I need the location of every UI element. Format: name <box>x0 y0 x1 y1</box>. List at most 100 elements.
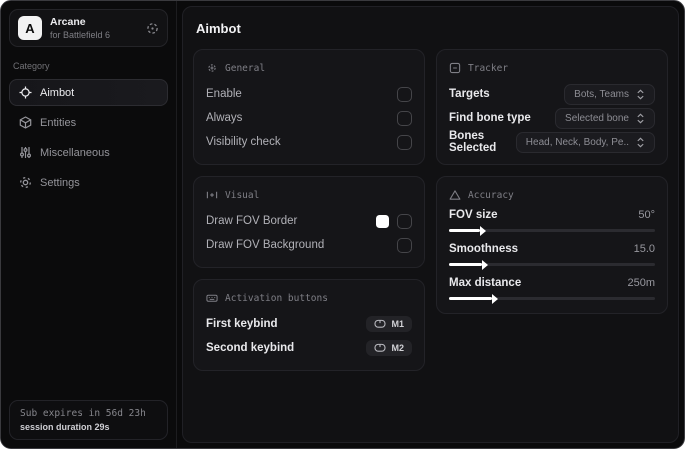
fov-size-top: FOV size 50° <box>449 209 655 221</box>
fov-size-slider[interactable] <box>449 225 655 236</box>
refresh-icon[interactable] <box>146 22 159 35</box>
find-bone-type-row: Find bone type Selected bone <box>449 106 655 130</box>
sidebar-item-aimbot[interactable]: Aimbot <box>9 79 168 106</box>
mouse-icon <box>374 319 387 329</box>
mouse-icon <box>374 343 387 353</box>
app-title-block: Arcane for Battlefield 6 <box>50 16 110 40</box>
sidebar-item-label: Entities <box>40 116 77 129</box>
second-keybind-button[interactable]: M2 <box>366 340 412 356</box>
draw-fov-border-label: Draw FOV Border <box>206 215 298 227</box>
general-header: General <box>206 62 412 74</box>
accuracy-header: Accuracy <box>449 189 655 201</box>
first-keybind-row: First keybind M1 <box>206 312 412 336</box>
visual-title: Visual <box>225 189 260 201</box>
fov-size-slider-fill[interactable] <box>449 225 486 236</box>
sidebar-item-settings[interactable]: Settings <box>9 169 168 196</box>
app-window: A Arcane for Battlefield 6 Category Aimb… <box>0 0 685 449</box>
general-title: General <box>225 62 266 74</box>
always-row: Always <box>206 106 412 130</box>
subscription-card: Sub expires in 56d 23h session duration … <box>9 400 168 440</box>
activation-card: Activation buttons First keybind M1 Seco… <box>193 279 425 371</box>
second-keybind-row: Second keybind M2 <box>206 336 412 360</box>
enable-row: Enable <box>206 82 412 106</box>
sidebar-item-label: Aimbot <box>40 86 75 99</box>
smoothness-slider[interactable] <box>449 259 655 270</box>
gear-icon <box>19 176 32 189</box>
targets-select[interactable]: Bots, Teams <box>564 83 655 105</box>
enable-label: Enable <box>206 88 242 100</box>
always-label: Always <box>206 112 243 124</box>
accuracy-card: Accuracy FOV size 50° Smoothness 15.0 Ma… <box>436 176 668 314</box>
targets-value: Bots, Teams <box>574 88 629 100</box>
bones-selected-select[interactable]: Head, Neck, Body, Pe.. <box>515 131 655 153</box>
fov-size-value: 50° <box>638 209 655 221</box>
visual-card: Visual Draw FOV Border Draw FOV Backgrou… <box>193 176 425 268</box>
unfold-icon <box>636 113 645 124</box>
scan-box-icon <box>449 62 461 74</box>
cube-icon <box>19 116 32 129</box>
targets-row: Targets Bots, Teams <box>449 82 655 106</box>
always-checkbox[interactable] <box>397 110 412 126</box>
max-distance-slider-fill[interactable] <box>449 293 499 304</box>
max-distance-slider[interactable] <box>449 293 655 304</box>
find-bone-type-select[interactable]: Selected bone <box>555 107 655 129</box>
visual-header: Visual <box>206 189 412 201</box>
draw-fov-border-checkbox[interactable] <box>397 213 412 229</box>
subscription-expiry: Sub expires in 56d 23h <box>20 408 146 419</box>
category-label: Category <box>13 61 50 71</box>
first-keybind-label: First keybind <box>206 318 278 330</box>
app-name: Arcane <box>50 16 86 28</box>
accuracy-title: Accuracy <box>468 189 514 201</box>
draw-fov-border-row: Draw FOV Border <box>206 209 412 233</box>
max-distance-top: Max distance 250m <box>449 277 655 289</box>
max-distance-label: Max distance <box>449 277 522 289</box>
sidebar-nav: Aimbot Entities Miscellaneous Settings <box>9 79 168 196</box>
smoothness-value: 15.0 <box>633 243 655 255</box>
targets-label: Targets <box>449 88 490 100</box>
right-column: Tracker Targets Bots, Teams Find bone ty… <box>436 49 668 314</box>
sidebar-item-label: Settings <box>40 176 80 189</box>
enable-checkbox[interactable] <box>397 86 412 102</box>
smoothness-row: Smoothness 15.0 <box>449 243 655 270</box>
sidebar: A Arcane for Battlefield 6 Category Aimb… <box>1 1 177 448</box>
second-keybind-label: Second keybind <box>206 342 295 354</box>
find-bone-type-label: Find bone type <box>449 112 531 124</box>
max-distance-row: Max distance 250m <box>449 277 655 304</box>
unfold-icon <box>636 137 645 148</box>
smoothness-slider-fill[interactable] <box>449 259 488 270</box>
activation-title: Activation buttons <box>225 292 328 304</box>
bones-selected-label: Bones Selected <box>449 130 497 154</box>
max-distance-value: 250m <box>627 277 655 289</box>
visibility-check-checkbox[interactable] <box>397 134 412 150</box>
mixer-icon <box>19 146 32 159</box>
draw-fov-background-row: Draw FOV Background <box>206 233 412 257</box>
tracker-header: Tracker <box>449 62 655 74</box>
find-bone-type-value: Selected bone <box>565 112 629 124</box>
keyboard-icon <box>206 292 218 304</box>
logo-card: A Arcane for Battlefield 6 <box>9 9 168 47</box>
general-card: General Enable Always Visibility check <box>193 49 425 165</box>
main-area: Aimbot General Enable Always Visibility … <box>177 1 684 448</box>
first-keybind-value: M1 <box>391 319 404 329</box>
cards-grid: General Enable Always Visibility check V… <box>193 49 668 371</box>
content-panel: Aimbot General Enable Always Visibility … <box>182 6 679 443</box>
draw-fov-background-label: Draw FOV Background <box>206 239 325 251</box>
draw-fov-border-controls <box>376 213 412 229</box>
visibility-check-label: Visibility check <box>206 136 281 148</box>
app-logo: A <box>18 16 42 40</box>
scan-crosshair-icon <box>206 62 218 74</box>
fov-border-color-swatch[interactable] <box>376 214 389 228</box>
bones-selected-row: Bones Selected Head, Neck, Body, Pe.. <box>449 130 655 154</box>
draw-fov-background-checkbox[interactable] <box>397 237 412 253</box>
page-title: Aimbot <box>196 21 241 36</box>
left-column: General Enable Always Visibility check V… <box>193 49 425 371</box>
frame-plus-icon <box>206 189 218 201</box>
first-keybind-button[interactable]: M1 <box>366 316 412 332</box>
tracker-card: Tracker Targets Bots, Teams Find bone ty… <box>436 49 668 165</box>
session-duration: session duration 29s <box>20 422 110 432</box>
sidebar-item-entities[interactable]: Entities <box>9 109 168 136</box>
fov-size-row: FOV size 50° <box>449 209 655 236</box>
sidebar-item-miscellaneous[interactable]: Miscellaneous <box>9 139 168 166</box>
fov-size-label: FOV size <box>449 209 498 221</box>
